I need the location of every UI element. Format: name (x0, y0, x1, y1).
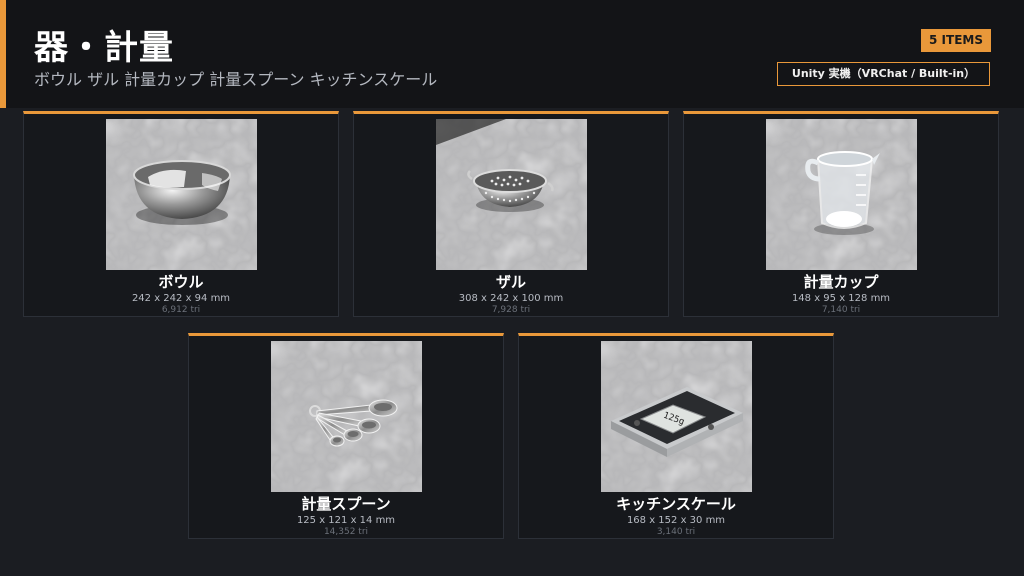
item-name: ボウル (158, 273, 204, 291)
header: 器・計量 ボウル ザル 計量カップ 計量スプーン キッチンスケール 5 ITEM… (0, 0, 1024, 108)
item-triangle-count: 7,928 tri (491, 305, 531, 315)
colander-icon (436, 119, 587, 270)
item-triangle-count: 3,140 tri (656, 527, 696, 537)
item-name: ザル (495, 273, 526, 291)
item-card-measuring-spoons[interactable]: 計量スプーン 125 x 121 x 14 mm 14,352 tri (188, 333, 504, 539)
accent-bar (0, 0, 6, 108)
item-dimensions: 148 x 95 x 128 mm (791, 293, 891, 304)
item-name: 計量カップ (803, 273, 879, 291)
bowl-icon (106, 119, 257, 270)
item-triangle-count: 6,912 tri (161, 305, 201, 315)
item-card-kitchen-scale[interactable]: 125g キッチンスケール 168 x 152 x 30 mm 3,140 tr… (518, 333, 834, 539)
item-name: 計量スプーン (301, 495, 391, 513)
measuring-spoons-icon (271, 341, 422, 492)
item-triangle-count: 14,352 tri (323, 527, 369, 537)
item-count-badge: 5 ITEMS (921, 29, 991, 52)
item-card-colander[interactable]: ザル 308 x 242 x 100 mm 7,928 tri (353, 111, 669, 317)
page-title: 器・計量 (34, 28, 174, 68)
item-name: キッチンスケール (616, 495, 736, 513)
page-subtitle: ボウル ザル 計量カップ 計量スプーン キッチンスケール (34, 70, 438, 89)
item-dimensions: 125 x 121 x 14 mm (296, 515, 396, 526)
item-card-measuring-cup[interactable]: 計量カップ 148 x 95 x 128 mm 7,140 tri (683, 111, 999, 317)
environment-badge: Unity 実機（VRChat / Built-in） (777, 62, 990, 86)
item-card-bowl[interactable]: ボウル 242 x 242 x 94 mm 6,912 tri (23, 111, 339, 317)
kitchen-scale-icon: 125g (601, 341, 752, 492)
item-dimensions: 308 x 242 x 100 mm (458, 293, 564, 304)
item-dimensions: 168 x 152 x 30 mm (626, 515, 726, 526)
measuring-cup-icon (766, 119, 917, 270)
item-triangle-count: 7,140 tri (821, 305, 861, 315)
item-dimensions: 242 x 242 x 94 mm (131, 293, 231, 304)
